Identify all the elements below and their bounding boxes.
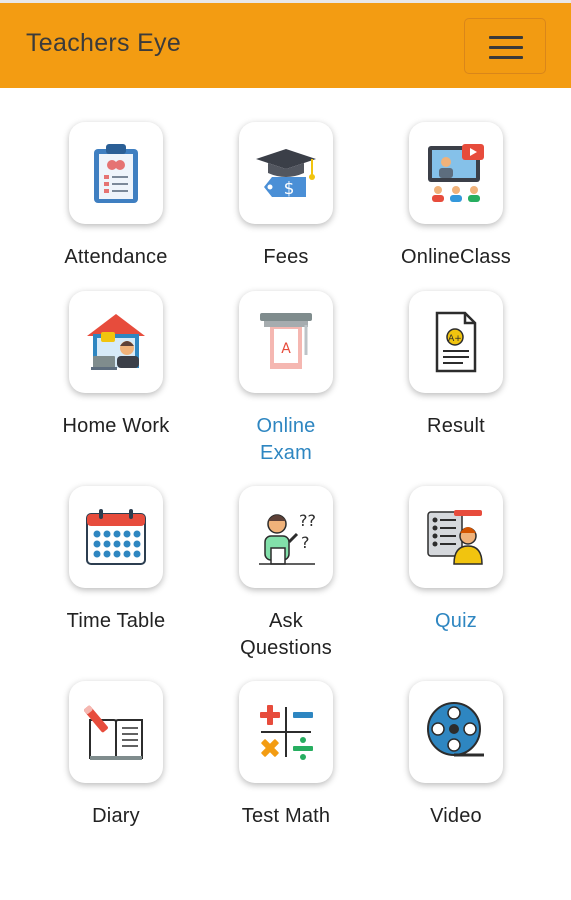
tile-online-exam[interactable]: A Online Exam (201, 291, 371, 467)
tile-onlineclass[interactable]: OnlineClass (371, 122, 541, 271)
tile-label: Home Work (62, 415, 170, 437)
hamburger-line (489, 46, 523, 49)
tile-result[interactable]: A+ Result (371, 291, 541, 440)
tile-quiz[interactable]: Quiz (371, 486, 541, 635)
tile-label: OnlineClass (400, 246, 512, 268)
tile-label[interactable]: Online Exam (201, 413, 371, 467)
tile-label: Fees (263, 246, 309, 268)
math-symbols-icon (255, 701, 317, 763)
question-person-icon: ?? ? (255, 506, 317, 568)
tile-test-math[interactable]: Test Math (201, 681, 371, 830)
menu-toggle-button[interactable] (464, 18, 546, 74)
tile-label: Test Math (241, 805, 331, 827)
tile-card[interactable] (409, 486, 503, 588)
tile-label[interactable]: Quiz (371, 608, 541, 635)
app-title[interactable]: Teachers Eye (26, 29, 181, 58)
tile-card[interactable]: A (239, 291, 333, 393)
tile-diary[interactable]: Diary (31, 681, 201, 830)
tile-time-table[interactable]: Time Table (31, 486, 201, 635)
tile-card[interactable] (69, 681, 163, 783)
tile-ask-questions[interactable]: ?? ? Ask Questions (201, 486, 371, 662)
result-doc-icon: A+ (433, 311, 479, 373)
tile-card[interactable] (69, 122, 163, 224)
tile-label: Diary (92, 805, 140, 827)
film-reel-icon (424, 701, 488, 763)
graduation-fee-icon: $ (254, 145, 318, 201)
svg-text:A+: A+ (448, 334, 462, 344)
hamburger-icon (489, 36, 523, 39)
svg-text:?: ? (301, 533, 310, 552)
tile-card[interactable]: $ (239, 122, 333, 224)
tile-video[interactable]: Video (371, 681, 541, 830)
tile-attendance[interactable]: Attendance (31, 122, 201, 271)
tile-card[interactable] (409, 122, 503, 224)
tile-card[interactable] (239, 681, 333, 783)
tile-card[interactable]: ?? ? (239, 486, 333, 588)
tile-card[interactable]: A+ (409, 291, 503, 393)
hamburger-line (489, 56, 523, 59)
clipboard-icon (90, 141, 142, 205)
quiz-icon (424, 506, 488, 568)
calendar-icon (85, 508, 147, 566)
tile-card[interactable] (409, 681, 503, 783)
diary-book-icon (84, 702, 148, 762)
home-work-icon (85, 312, 147, 372)
online-class-icon (424, 142, 488, 204)
app-header: Teachers Eye (0, 0, 571, 88)
svg-text:A: A (281, 341, 291, 357)
tile-label: Attendance (64, 246, 168, 268)
tile-card[interactable] (69, 486, 163, 588)
tile-label: Time Table (66, 610, 166, 632)
svg-text:$: $ (284, 179, 295, 199)
svg-text:??: ?? (299, 511, 316, 530)
exam-sheet-icon: A (256, 311, 316, 373)
tile-label: Result (427, 415, 485, 437)
tile-card[interactable] (69, 291, 163, 393)
tile-fees[interactable]: $ Fees (201, 122, 371, 271)
tile-label: Video (430, 805, 482, 827)
tile-home-work[interactable]: Home Work (31, 291, 201, 440)
tile-label: Ask Questions (240, 610, 332, 659)
